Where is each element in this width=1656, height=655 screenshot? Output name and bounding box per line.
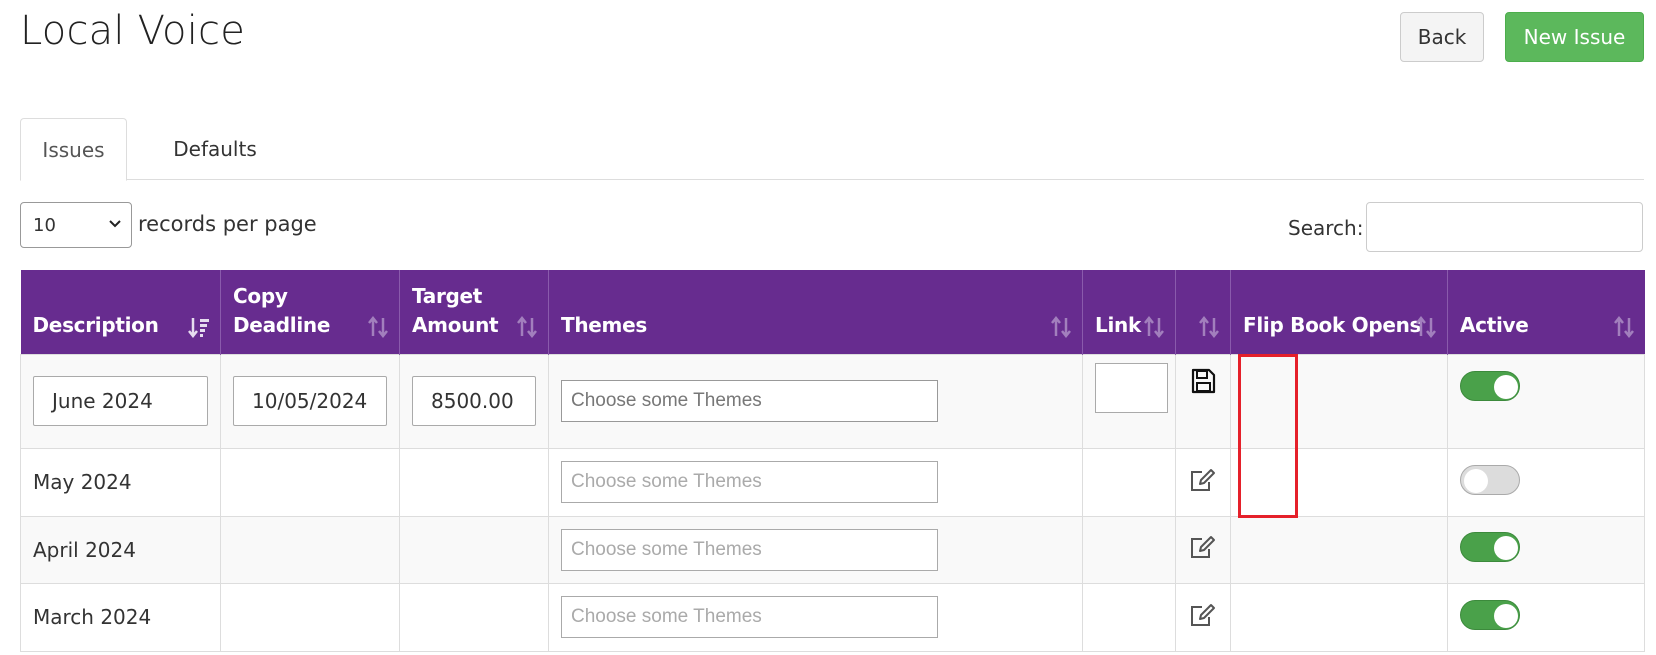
description-cell: May 2024 bbox=[20, 447, 221, 517]
table-row: April 2024 Choose some Themes bbox=[20, 515, 1645, 584]
table-header-row: Description Copy Deadline Target Amount … bbox=[20, 270, 1645, 354]
column-header-active[interactable]: Active bbox=[1447, 270, 1645, 354]
link-input[interactable] bbox=[1095, 362, 1168, 413]
page-size-value: 10 bbox=[33, 214, 56, 236]
sort-icon bbox=[1613, 315, 1634, 338]
sort-icon bbox=[368, 315, 388, 338]
edit-icon[interactable] bbox=[1189, 601, 1217, 629]
save-icon[interactable] bbox=[1189, 367, 1217, 395]
sort-icon bbox=[1199, 315, 1219, 338]
description-cell: March 2024 bbox=[20, 582, 221, 652]
table-row: March 2024 Choose some Themes bbox=[20, 582, 1645, 652]
page-size-label: records per page bbox=[138, 212, 317, 236]
edit-icon[interactable] bbox=[1189, 466, 1217, 494]
sort-icon bbox=[517, 315, 537, 338]
themes-select[interactable]: Choose some Themes bbox=[561, 461, 938, 503]
active-toggle[interactable] bbox=[1460, 370, 1520, 401]
sort-icon bbox=[1144, 315, 1164, 338]
page: Local Voice Back New Issue Issues Defaul… bbox=[0, 0, 1656, 655]
description-input[interactable]: June 2024 bbox=[33, 376, 208, 426]
back-button[interactable]: Back bbox=[1400, 12, 1484, 62]
sort-desc-icon bbox=[188, 317, 209, 338]
tab-bar: Issues Defaults bbox=[20, 118, 1644, 181]
search-input[interactable] bbox=[1366, 202, 1643, 252]
themes-select[interactable]: Choose some Themes bbox=[561, 380, 938, 422]
issues-table: Description Copy Deadline Target Amount … bbox=[20, 270, 1645, 652]
column-header-copy-deadline[interactable]: Copy Deadline bbox=[220, 270, 400, 354]
page-title: Local Voice bbox=[20, 8, 246, 54]
active-toggle[interactable] bbox=[1460, 464, 1520, 495]
table-row: May 2024 Choose some Themes bbox=[20, 447, 1645, 517]
themes-select[interactable]: Choose some Themes bbox=[561, 528, 938, 571]
target-amount-input[interactable]: 8500.00 bbox=[412, 376, 536, 426]
page-size-select[interactable]: 10 bbox=[20, 202, 132, 248]
active-toggle[interactable] bbox=[1460, 599, 1520, 630]
column-header-link[interactable]: Link bbox=[1082, 270, 1176, 354]
new-issue-button[interactable]: New Issue bbox=[1505, 12, 1644, 62]
sort-icon bbox=[1051, 315, 1071, 338]
tab-defaults[interactable]: Defaults bbox=[130, 118, 300, 180]
active-toggle[interactable] bbox=[1460, 532, 1520, 562]
sort-icon bbox=[1416, 315, 1436, 338]
description-cell: April 2024 bbox=[20, 515, 221, 584]
themes-select[interactable]: Choose some Themes bbox=[561, 596, 938, 638]
search-label: Search: bbox=[1288, 216, 1364, 240]
column-header-flip-book-opens[interactable]: Flip Book Opens bbox=[1230, 270, 1448, 354]
edit-icon[interactable] bbox=[1189, 533, 1217, 561]
column-header-description[interactable]: Description bbox=[20, 270, 221, 354]
column-header-actions[interactable] bbox=[1175, 270, 1231, 354]
copy-deadline-input[interactable]: 10/05/2024 bbox=[233, 376, 387, 426]
column-header-target-amount[interactable]: Target Amount bbox=[399, 270, 549, 354]
tab-issues[interactable]: Issues bbox=[20, 118, 127, 181]
chevron-down-icon bbox=[109, 220, 121, 228]
column-header-themes[interactable]: Themes bbox=[548, 270, 1083, 354]
table-row-editing: June 2024 10/05/2024 8500.00 Choose some… bbox=[20, 353, 1645, 449]
